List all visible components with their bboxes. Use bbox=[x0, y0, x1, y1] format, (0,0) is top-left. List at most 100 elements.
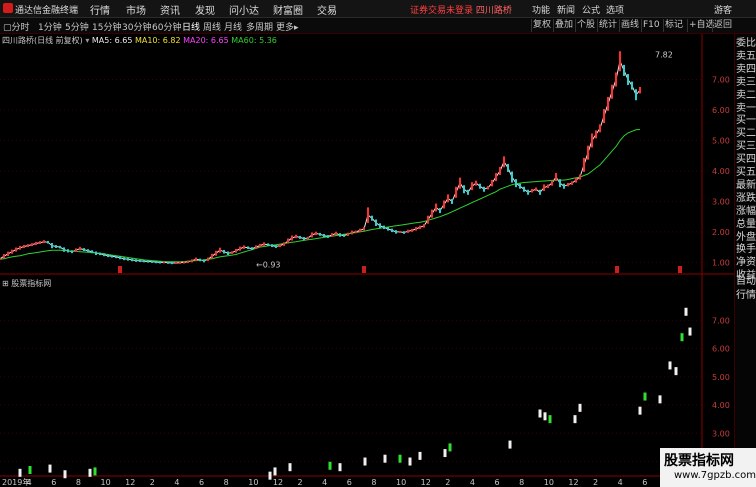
site-watermark: 股票指标网 www.7gpzb.com bbox=[660, 448, 756, 487]
candle bbox=[259, 243, 261, 248]
candle bbox=[363, 227, 365, 231]
xaxis-label: 8 bbox=[371, 478, 376, 487]
xaxis-label: 12 bbox=[421, 478, 431, 487]
signal-bar bbox=[578, 403, 582, 412]
candle bbox=[399, 230, 401, 233]
sub-ytick: 5.00 bbox=[712, 373, 730, 382]
xaxis-label: 4 bbox=[174, 478, 179, 487]
signal-bar bbox=[573, 415, 577, 424]
signal-bar bbox=[508, 440, 512, 449]
candle bbox=[23, 244, 25, 249]
rp-top-3: 卖三 bbox=[736, 76, 756, 88]
main-ytick: 1.00 bbox=[712, 258, 730, 267]
rp-top-11: 最新 bbox=[736, 179, 756, 191]
rp-top-5: 卖一 bbox=[736, 102, 756, 114]
candle bbox=[623, 64, 625, 76]
candle bbox=[391, 228, 393, 233]
xaxis-label: 12 bbox=[568, 478, 578, 487]
main-ytick: 6.00 bbox=[712, 106, 730, 115]
candle bbox=[323, 233, 325, 238]
xaxis-label: 6 bbox=[199, 478, 204, 487]
candle bbox=[547, 184, 549, 188]
signal-bar bbox=[418, 451, 422, 460]
candle bbox=[635, 89, 637, 101]
candle bbox=[167, 261, 169, 264]
candle bbox=[451, 198, 453, 204]
candle bbox=[159, 261, 161, 264]
xaxis-label: 10 bbox=[101, 478, 111, 487]
candle bbox=[371, 215, 373, 221]
candle bbox=[11, 249, 13, 254]
candle bbox=[583, 157, 585, 172]
candle bbox=[171, 261, 173, 265]
signal-bar bbox=[398, 454, 402, 463]
sub-panel-toggle-icon[interactable]: ⊞ bbox=[2, 279, 9, 288]
candle bbox=[507, 163, 509, 172]
candle bbox=[311, 232, 313, 238]
candle bbox=[559, 179, 561, 188]
main-ytick: 4.00 bbox=[712, 167, 730, 176]
candle bbox=[347, 232, 349, 236]
series-MA60 bbox=[0, 129, 641, 263]
candle bbox=[463, 185, 465, 194]
candle bbox=[127, 258, 129, 261]
candle bbox=[467, 189, 469, 195]
candle bbox=[195, 257, 197, 262]
candle bbox=[87, 249, 89, 253]
candle bbox=[439, 208, 441, 214]
signal-bar bbox=[383, 454, 387, 463]
signal-bar bbox=[268, 471, 272, 480]
candle bbox=[599, 124, 601, 133]
xaxis-label: 2 bbox=[298, 478, 303, 487]
candle bbox=[343, 234, 345, 237]
candle bbox=[619, 51, 621, 72]
candle bbox=[327, 235, 329, 238]
sub-panel-header: ⊞ 股票指标网 bbox=[2, 278, 51, 289]
kline-chart-area[interactable]: 7.00 6.00 5.00 4.00 3.00 2.00 1.00 7.82 ←0.93 7… bbox=[0, 0, 734, 487]
candle bbox=[431, 209, 433, 218]
signal-bar bbox=[688, 327, 692, 336]
rp-top-7: 买二 bbox=[736, 128, 756, 140]
candle bbox=[303, 237, 305, 241]
rp-top-15: 外盘 bbox=[736, 231, 756, 243]
candle bbox=[411, 228, 413, 232]
candle bbox=[27, 244, 29, 248]
signal-bar bbox=[548, 415, 552, 424]
event-marker bbox=[118, 266, 122, 273]
candle bbox=[591, 133, 593, 148]
candle bbox=[267, 243, 269, 247]
candle bbox=[271, 244, 273, 248]
candle bbox=[555, 173, 557, 182]
rp-top-10: 买五 bbox=[736, 167, 756, 178]
xaxis-label: 12 bbox=[273, 478, 283, 487]
candle bbox=[107, 254, 109, 258]
candle bbox=[7, 251, 9, 257]
candle bbox=[359, 228, 361, 233]
candle bbox=[155, 260, 157, 264]
candle bbox=[211, 253, 213, 259]
candle bbox=[511, 171, 513, 183]
candle bbox=[539, 189, 541, 195]
candle bbox=[315, 231, 317, 236]
sub-panel-title: 股票指标网 bbox=[11, 279, 52, 288]
low-price-label: ←0.93 bbox=[256, 261, 281, 270]
xaxis-label: 4 bbox=[322, 478, 327, 487]
sub-ytick: 7.00 bbox=[712, 316, 730, 325]
signal-bar bbox=[93, 467, 97, 476]
candle bbox=[443, 200, 445, 209]
candle bbox=[115, 255, 117, 259]
candle bbox=[423, 224, 425, 228]
xaxis-label: 6 bbox=[51, 478, 56, 487]
rp-bottom-1: 行情 bbox=[736, 290, 756, 301]
candle bbox=[459, 177, 461, 189]
candle bbox=[43, 240, 45, 244]
signal-bar bbox=[88, 468, 92, 477]
rp-bottom-0: 自动 bbox=[736, 276, 756, 287]
rp-top-17: 净资 bbox=[736, 257, 756, 269]
candle bbox=[575, 177, 577, 183]
candle bbox=[67, 249, 69, 253]
candle bbox=[31, 243, 33, 247]
candle bbox=[199, 258, 201, 262]
candle bbox=[71, 250, 73, 254]
candle bbox=[179, 261, 181, 264]
